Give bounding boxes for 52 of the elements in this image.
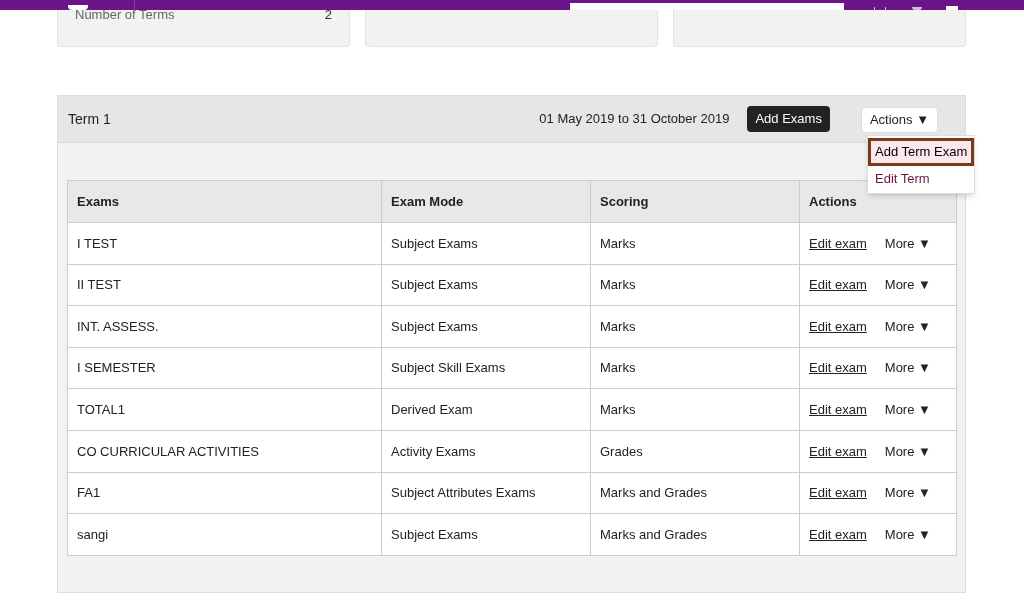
table-cell: Subject Skill Exams	[381, 347, 591, 389]
table-cell: Subject Attributes Exams	[381, 472, 591, 514]
actions-button[interactable]: Actions ▼	[860, 107, 938, 133]
table-cell: Marks and Grades	[590, 472, 800, 514]
table-cell: Marks	[590, 264, 800, 306]
table-cell: Marks and Grades	[590, 513, 800, 556]
edit-exam-link[interactable]: Edit exam	[809, 275, 867, 295]
summary-label: Number of Terms	[75, 7, 175, 24]
table-cell: II TEST	[67, 264, 382, 306]
more-button[interactable]: More ▼	[884, 358, 931, 378]
column-header: Scoring	[590, 180, 800, 223]
edit-exam-link[interactable]: Edit exam	[809, 358, 867, 378]
edit-exam-link[interactable]: Edit exam	[809, 483, 867, 503]
table-cell: INT. ASSESS.	[67, 305, 382, 348]
table-cell: Grades	[590, 430, 800, 473]
term-dates: 01 May 2019 to 31 October 2019	[539, 110, 730, 129]
more-button[interactable]: More ▼	[884, 233, 931, 254]
more-button[interactable]: More ▼	[884, 441, 931, 461]
logo-icon	[68, 5, 88, 10]
more-button[interactable]: More ▼	[884, 524, 931, 545]
edit-exam-link[interactable]: Edit exam	[809, 441, 867, 461]
table-cell: I SEMESTER	[67, 347, 382, 389]
table-cell: I TEST	[67, 222, 382, 265]
column-header: Exam Mode	[381, 180, 591, 223]
table-cell: Marks	[590, 305, 800, 348]
table-cell: sangi	[67, 513, 382, 556]
table-cell: Subject Exams	[381, 222, 591, 265]
table-cell: Subject Exams	[381, 305, 591, 348]
table-cell: Activity Exams	[381, 430, 591, 473]
more-button[interactable]: More ▼	[884, 483, 931, 503]
table-cell: Marks	[590, 388, 800, 431]
more-button[interactable]: More ▼	[884, 316, 931, 337]
menu-item[interactable]: Add Term Exam	[868, 138, 975, 166]
table-cell: TOTAL1	[67, 388, 382, 431]
summary-value: 2	[324, 7, 332, 24]
more-button[interactable]: More ▼	[884, 275, 931, 295]
table-cell: Subject Exams	[381, 264, 591, 306]
term-name: Term 1	[68, 109, 111, 129]
table-cell: Subject Exams	[381, 513, 591, 556]
table-cell: CO CURRICULAR ACTIVITIES	[67, 430, 382, 473]
column-header: Exams	[67, 180, 382, 223]
edit-exam-link[interactable]: Edit exam	[809, 399, 867, 420]
table-cell: Derived Exam	[381, 388, 591, 431]
more-button[interactable]: More ▼	[884, 399, 931, 420]
table-cell: Marks	[590, 347, 800, 389]
edit-exam-link[interactable]: Edit exam	[809, 233, 867, 254]
edit-exam-link[interactable]: Edit exam	[809, 524, 867, 545]
table-cell: Marks	[590, 222, 800, 265]
add-exams-button[interactable]: Add Exams	[747, 106, 830, 132]
table-cell: FA1	[67, 472, 382, 514]
search-field[interactable]	[570, 3, 844, 10]
edit-exam-link[interactable]: Edit exam	[809, 316, 867, 337]
